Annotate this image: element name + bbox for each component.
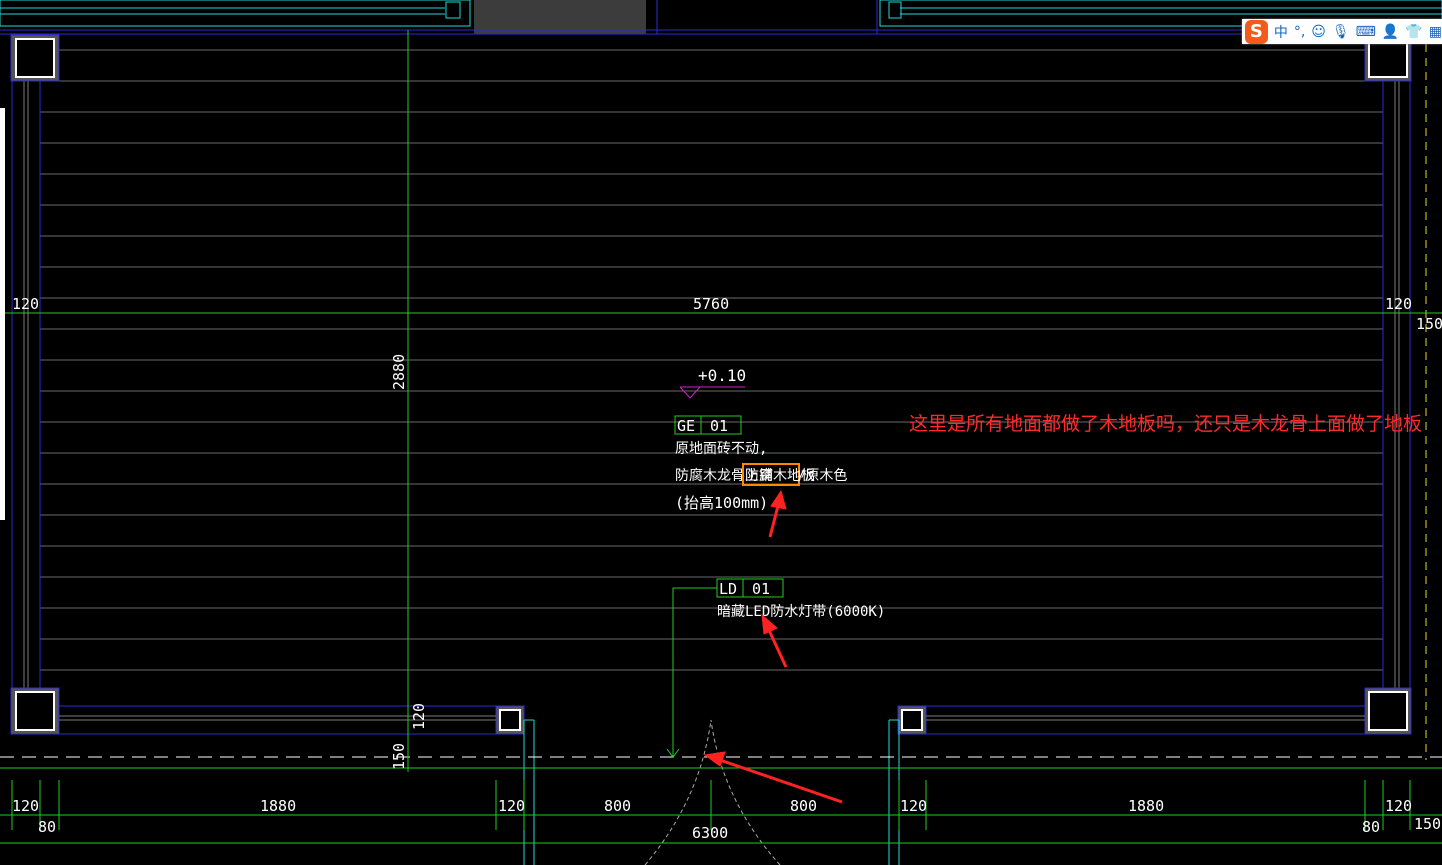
material-tag-ge: GE 01 原地面砖不动, 防腐木龙骨上铺 防腐木地板 /原木色 (抬高100m…	[674, 415, 847, 512]
dim-bottom-span-left: 1880	[260, 797, 296, 815]
sogou-logo-icon[interactable]: S	[1245, 19, 1268, 44]
grid-icon[interactable]: ▦	[1429, 24, 1442, 40]
shirt-icon[interactable]: 👕	[1405, 24, 1422, 40]
tag-ge-code: GE	[677, 417, 695, 435]
tag-ld-code: LD	[719, 580, 737, 598]
dim-top-center: 5760	[693, 295, 729, 313]
level-mark: +0.10	[679, 366, 746, 399]
dim-bottom-door-a: 800	[604, 797, 631, 815]
side-walls	[11, 80, 1411, 690]
dim-bottom-right-edge: 150	[1414, 815, 1441, 833]
dim-right-edge: 150	[1416, 315, 1442, 333]
tag-ge-num: 01	[710, 417, 728, 435]
top-wall	[0, 0, 1442, 35]
dim-bottom-right-b: 80	[1362, 818, 1380, 836]
dim-vertical-bottom-a: 120	[410, 703, 428, 730]
emoji-icon[interactable]: ☺	[1311, 24, 1326, 40]
floor-note-3: (抬高100mm)	[675, 494, 768, 512]
dim-top-left: 120	[12, 295, 39, 313]
dim-bottom-door-b: 800	[790, 797, 817, 815]
material-tag-ld: LD 01 暗藏 LED防水灯带(6000K)	[716, 578, 885, 620]
dim-bottom-right-a: 120	[1385, 797, 1412, 815]
tag-ld-num: 01	[752, 580, 770, 598]
floor-board-lines	[40, 49, 1383, 671]
led-note-b: LED防水灯带(6000K)	[745, 604, 885, 620]
annotation-question: 这里是所有地面都做了木地板吗，还只是木龙骨上面做了地板	[909, 413, 1423, 435]
ime-punct-toggle[interactable]: °,	[1294, 24, 1305, 40]
left-edge-panel	[0, 108, 5, 520]
level-mark-text: +0.10	[698, 366, 746, 385]
user-icon[interactable]: 👤	[1382, 24, 1399, 40]
floor-note-1: 原地面砖不动,	[675, 441, 767, 457]
mic-icon[interactable]: 🎙	[1332, 24, 1350, 40]
ime-toolbar[interactable]: S 中 °, ☺ 🎙 ⌨ 👤 👕 ▦	[1242, 19, 1442, 44]
dim-bottom-total: 6300	[692, 824, 728, 842]
annotation-arrows	[703, 489, 843, 804]
keyboard-icon[interactable]: ⌨	[1356, 24, 1376, 40]
dim-bottom-span-right: 1880	[1128, 797, 1164, 815]
dim-top-right: 120	[1385, 295, 1412, 313]
dim-vertical-bottom-b: 150	[390, 743, 408, 770]
ime-lang-toggle[interactable]: 中	[1274, 22, 1288, 42]
dim-bottom-left-a: 120	[12, 797, 39, 815]
floor-note-2c: /原木色	[797, 467, 847, 484]
dim-bottom-door-right: 120	[900, 797, 927, 815]
dim-bottom-door-left: 120	[498, 797, 525, 815]
led-note-a: 暗藏	[717, 604, 745, 620]
dim-bottom-left-b: 80	[38, 818, 56, 836]
dim-vertical-left: 2880	[390, 354, 408, 390]
